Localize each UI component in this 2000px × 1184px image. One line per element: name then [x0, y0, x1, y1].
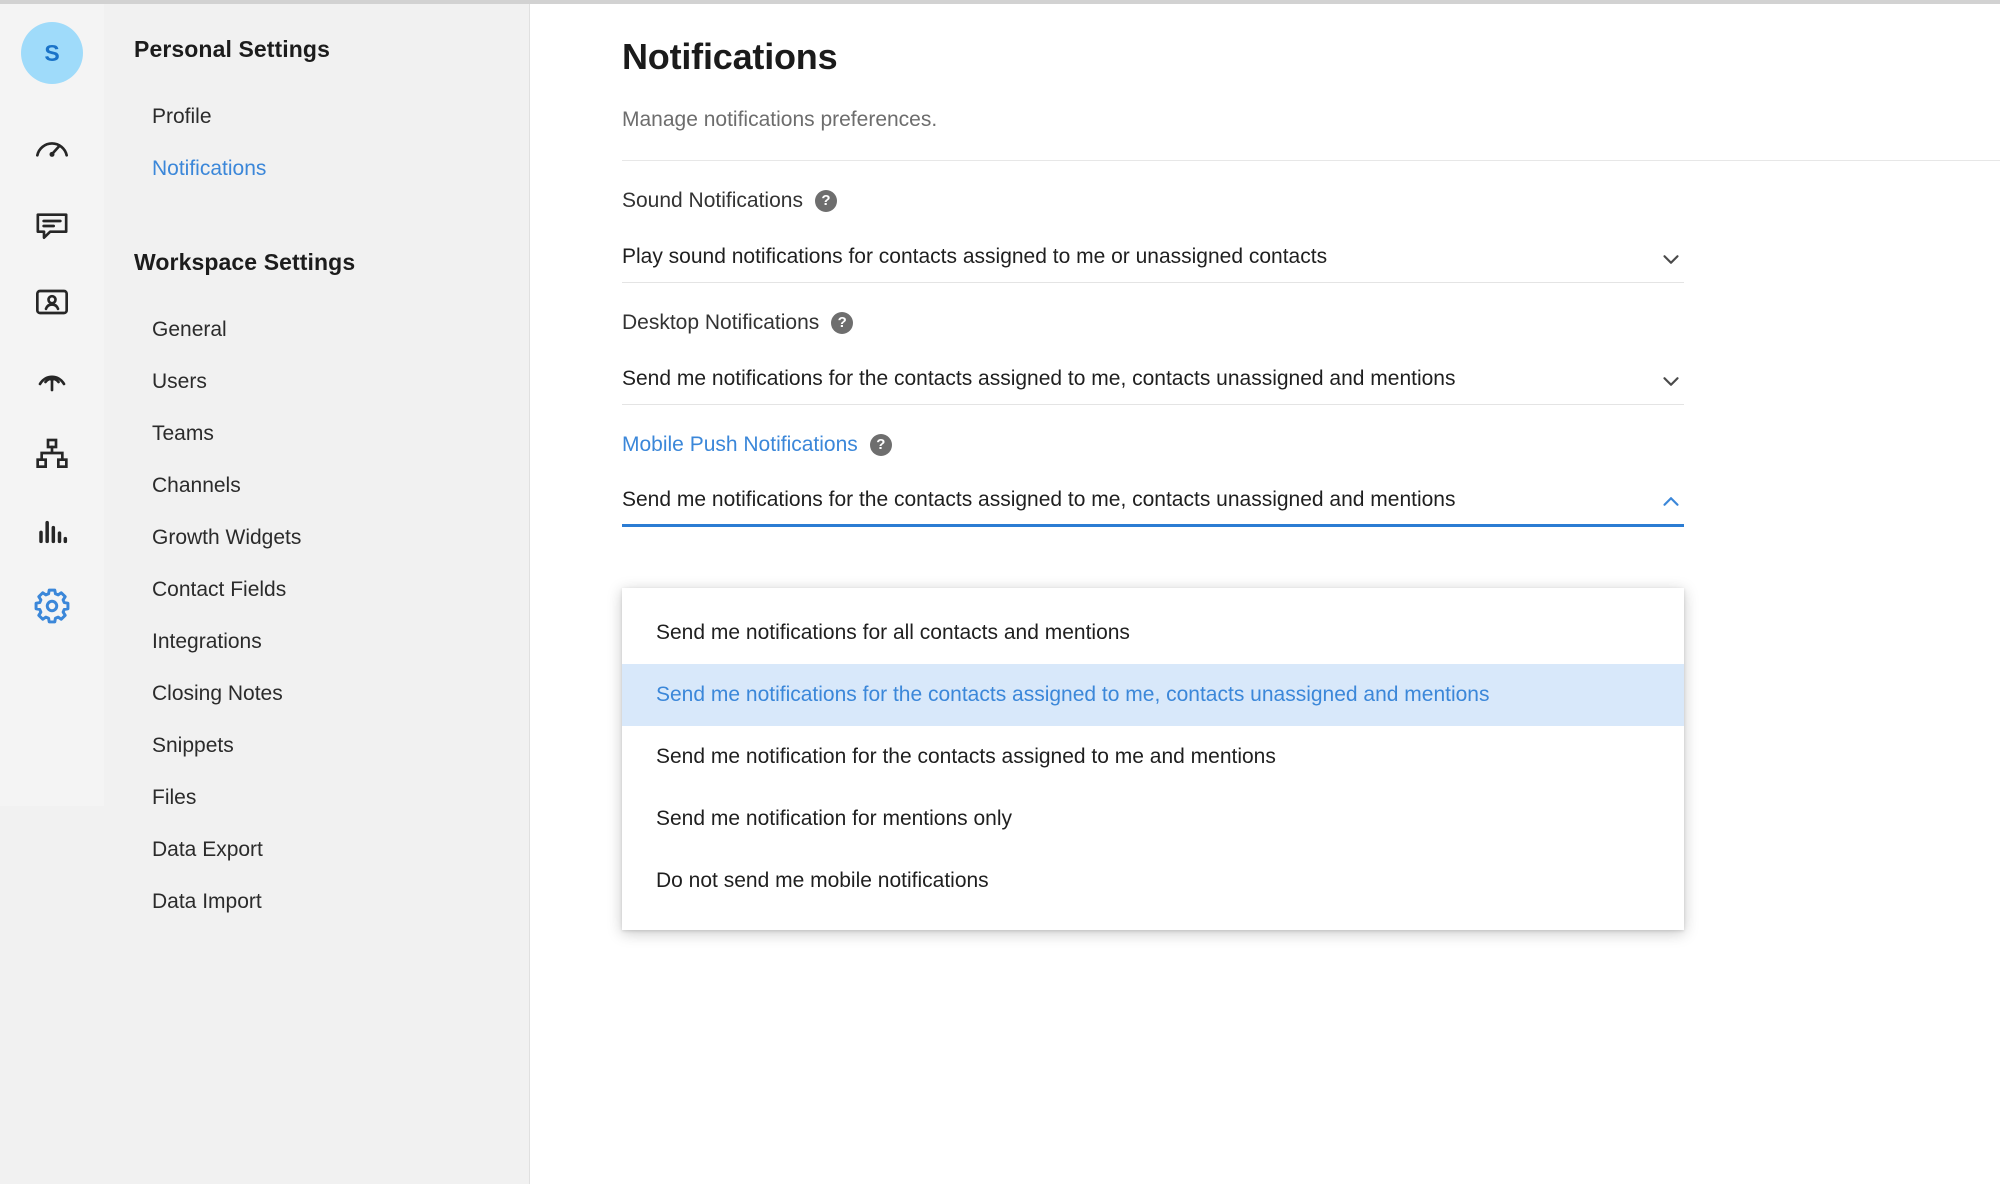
mobile-push-notifications-dropdown: Send me notifications for all contacts a…	[622, 588, 1684, 930]
mobile-push-notifications-value: Send me notifications for the contacts a…	[622, 488, 1456, 516]
page-title: Notifications	[622, 36, 2000, 78]
sidebar-item-growth-widgets[interactable]: Growth Widgets	[104, 512, 529, 564]
dropdown-option[interactable]: Send me notifications for all contacts a…	[622, 602, 1684, 664]
dropdown-option[interactable]: Send me notification for mentions only	[622, 788, 1684, 850]
chevron-up-icon[interactable]	[1658, 489, 1684, 515]
sidebar-item-snippets[interactable]: Snippets	[104, 720, 529, 772]
mobile-push-notifications-select[interactable]: Send me notifications for the contacts a…	[622, 479, 1684, 527]
window-top-edge	[0, 0, 2000, 4]
desktop-notifications-label-row: Desktop Notifications ?	[622, 311, 1684, 335]
desktop-notifications-value: Send me notifications for the contacts a…	[622, 367, 1456, 395]
broadcast-signal-icon[interactable]	[0, 340, 104, 416]
automations-flow-icon[interactable]	[0, 416, 104, 492]
desktop-notifications-label: Desktop Notifications	[622, 311, 819, 335]
reports-bar-chart-icon[interactable]	[0, 492, 104, 568]
help-circle-icon[interactable]: ?	[815, 190, 837, 212]
help-circle-icon[interactable]: ?	[870, 434, 892, 456]
sidebar-item-files[interactable]: Files	[104, 772, 529, 824]
chevron-down-icon[interactable]	[1658, 246, 1684, 272]
dropdown-option[interactable]: Do not send me mobile notifications	[622, 850, 1684, 912]
avatar-initial: S	[44, 40, 59, 67]
sidebar-group-personal-title: Personal Settings	[104, 36, 529, 63]
sidebar-item-integrations[interactable]: Integrations	[104, 616, 529, 668]
sidebar-item-closing-notes[interactable]: Closing Notes	[104, 668, 529, 720]
sidebar-item-general[interactable]: General	[104, 304, 529, 356]
conversations-chat-icon[interactable]	[0, 188, 104, 264]
contacts-card-icon[interactable]	[0, 264, 104, 340]
sound-notifications-field: Sound Notifications ? Play sound notific…	[622, 161, 1684, 283]
sidebar-item-contact-fields[interactable]: Contact Fields	[104, 564, 529, 616]
settings-gear-icon[interactable]	[0, 568, 104, 644]
settings-sidebar: Personal Settings Profile Notifications …	[104, 0, 530, 1184]
help-circle-icon[interactable]: ?	[831, 312, 853, 334]
sidebar-item-data-export[interactable]: Data Export	[104, 824, 529, 876]
desktop-notifications-select[interactable]: Send me notifications for the contacts a…	[622, 357, 1684, 405]
sidebar-item-data-import[interactable]: Data Import	[104, 876, 529, 928]
main-content: Notifications Manage notifications prefe…	[530, 0, 2000, 1184]
mobile-push-notifications-label-row: Mobile Push Notifications ?	[622, 433, 1684, 457]
sidebar-item-notifications[interactable]: Notifications	[104, 143, 529, 195]
dashboard-gauge-icon[interactable]	[0, 112, 104, 188]
sound-notifications-label: Sound Notifications	[622, 189, 803, 213]
sound-notifications-select[interactable]: Play sound notifications for contacts as…	[622, 235, 1684, 283]
sidebar-group-workspace-title: Workspace Settings	[104, 249, 529, 276]
mobile-push-notifications-field: Mobile Push Notifications ? Send me noti…	[622, 405, 1684, 527]
avatar[interactable]: S	[21, 22, 83, 84]
page-subtitle: Manage notifications preferences.	[622, 108, 2000, 132]
sidebar-item-teams[interactable]: Teams	[104, 408, 529, 460]
desktop-notifications-field: Desktop Notifications ? Send me notifica…	[622, 283, 1684, 405]
sidebar-item-users[interactable]: Users	[104, 356, 529, 408]
primary-icon-rail: S	[0, 0, 104, 1184]
mobile-push-notifications-label: Mobile Push Notifications	[622, 433, 858, 457]
chevron-down-icon[interactable]	[1658, 368, 1684, 394]
dropdown-option-selected[interactable]: Send me notifications for the contacts a…	[622, 664, 1684, 726]
sidebar-item-channels[interactable]: Channels	[104, 460, 529, 512]
sound-notifications-label-row: Sound Notifications ?	[622, 189, 1684, 213]
sound-notifications-value: Play sound notifications for contacts as…	[622, 245, 1327, 273]
dropdown-option[interactable]: Send me notification for the contacts as…	[622, 726, 1684, 788]
sidebar-item-profile[interactable]: Profile	[104, 91, 529, 143]
app-root: S	[0, 0, 2000, 1184]
